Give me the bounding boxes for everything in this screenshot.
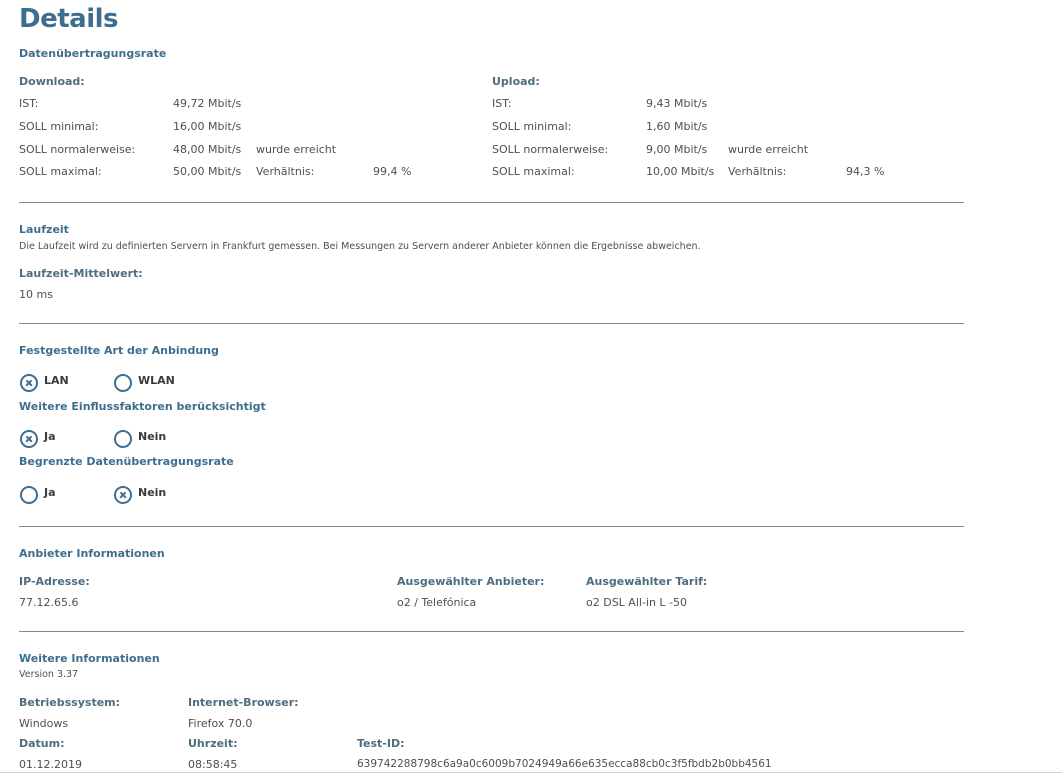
provider-value: o2 / Telefónica bbox=[397, 596, 477, 609]
download-min-value: 16,00 Mbit/s bbox=[173, 120, 242, 133]
upload-max-value: 10,00 Mbit/s bbox=[646, 165, 715, 178]
limited-title: Begrenzte Datenübertragungsrate bbox=[19, 455, 234, 468]
browser-label: Internet-Browser: bbox=[188, 696, 299, 709]
latency-section-title: Laufzeit bbox=[19, 223, 69, 236]
upload-ist-value: 9,43 Mbit/s bbox=[646, 97, 708, 110]
latency-mean-value: 10 ms bbox=[19, 288, 53, 301]
radio-factors-nein-label: Nein bbox=[138, 430, 167, 443]
tariff-label: Ausgewählter Tarif: bbox=[586, 575, 708, 588]
version-text: Version 3.37 bbox=[19, 669, 79, 680]
download-ratio-label: Verhältnis: bbox=[256, 165, 315, 178]
provider-section-title: Anbieter Informationen bbox=[19, 547, 165, 560]
info-section-title: Weitere Informationen bbox=[19, 652, 160, 665]
radio-lan[interactable] bbox=[20, 374, 38, 392]
download-normal-value: 48,00 Mbit/s bbox=[173, 143, 242, 156]
upload-ist-label: IST: bbox=[492, 97, 512, 110]
tariff-value: o2 DSL All-in L -50 bbox=[586, 596, 688, 609]
download-normal-label: SOLL normalerweise: bbox=[19, 143, 136, 156]
connection-section-title: Festgestellte Art der Anbindung bbox=[19, 344, 219, 357]
divider-connection bbox=[19, 526, 964, 527]
page-title: Details bbox=[19, 4, 119, 34]
upload-ratio-value: 94,3 % bbox=[846, 165, 885, 178]
date-value: 01.12.2019 bbox=[19, 758, 82, 771]
radio-lan-label: LAN bbox=[44, 374, 69, 387]
upload-min-label: SOLL minimal: bbox=[492, 120, 572, 133]
download-heading: Download: bbox=[19, 75, 85, 88]
testid-value: 639742288798c6a9a0c6009b7024949a66e635ec… bbox=[357, 758, 772, 770]
ip-label: IP-Adresse: bbox=[19, 575, 90, 588]
upload-max-label: SOLL maximal: bbox=[492, 165, 575, 178]
download-ist-value: 49,72 Mbit/s bbox=[173, 97, 242, 110]
radio-limited-nein-label: Nein bbox=[138, 486, 167, 499]
date-label: Datum: bbox=[19, 737, 65, 750]
radio-limited-ja-label: Ja bbox=[44, 486, 56, 499]
download-normal-status: wurde erreicht bbox=[256, 143, 337, 156]
os-label: Betriebssystem: bbox=[19, 696, 121, 709]
download-max-label: SOLL maximal: bbox=[19, 165, 102, 178]
os-value: Windows bbox=[19, 717, 69, 730]
divider-latency bbox=[19, 323, 964, 324]
download-ist-label: IST: bbox=[19, 97, 39, 110]
testid-label: Test-ID: bbox=[357, 737, 405, 750]
radio-limited-ja[interactable] bbox=[20, 486, 38, 504]
factors-title: Weitere Einflussfaktoren berücksichtigt bbox=[19, 400, 266, 413]
divider-provider bbox=[19, 631, 964, 632]
upload-normal-label: SOLL normalerweise: bbox=[492, 143, 609, 156]
radio-factors-ja-label: Ja bbox=[44, 430, 56, 443]
rate-section-title: Datenübertragungsrate bbox=[19, 47, 167, 60]
provider-label: Ausgewählter Anbieter: bbox=[397, 575, 545, 588]
radio-wlan-label: WLAN bbox=[138, 374, 175, 387]
download-max-value: 50,00 Mbit/s bbox=[173, 165, 242, 178]
divider-rate bbox=[19, 202, 964, 203]
time-label: Uhrzeit: bbox=[188, 737, 238, 750]
upload-normal-status: wurde erreicht bbox=[728, 143, 809, 156]
radio-factors-nein[interactable] bbox=[114, 430, 132, 448]
latency-note: Die Laufzeit wird zu definierten Servern… bbox=[19, 241, 701, 252]
upload-min-value: 1,60 Mbit/s bbox=[646, 120, 708, 133]
ip-value: 77.12.65.6 bbox=[19, 596, 79, 609]
radio-factors-ja[interactable] bbox=[20, 430, 38, 448]
upload-ratio-label: Verhältnis: bbox=[728, 165, 787, 178]
browser-value: Firefox 70.0 bbox=[188, 717, 253, 730]
radio-limited-nein[interactable] bbox=[114, 486, 132, 504]
download-ratio-value: 99,4 % bbox=[373, 165, 412, 178]
upload-heading: Upload: bbox=[492, 75, 540, 88]
time-value: 08:58:45 bbox=[188, 758, 238, 771]
page-bottom-border bbox=[0, 772, 1062, 773]
download-min-label: SOLL minimal: bbox=[19, 120, 99, 133]
latency-mean-label: Laufzeit-Mittelwert: bbox=[19, 267, 143, 280]
upload-normal-value: 9,00 Mbit/s bbox=[646, 143, 708, 156]
radio-wlan[interactable] bbox=[114, 374, 132, 392]
